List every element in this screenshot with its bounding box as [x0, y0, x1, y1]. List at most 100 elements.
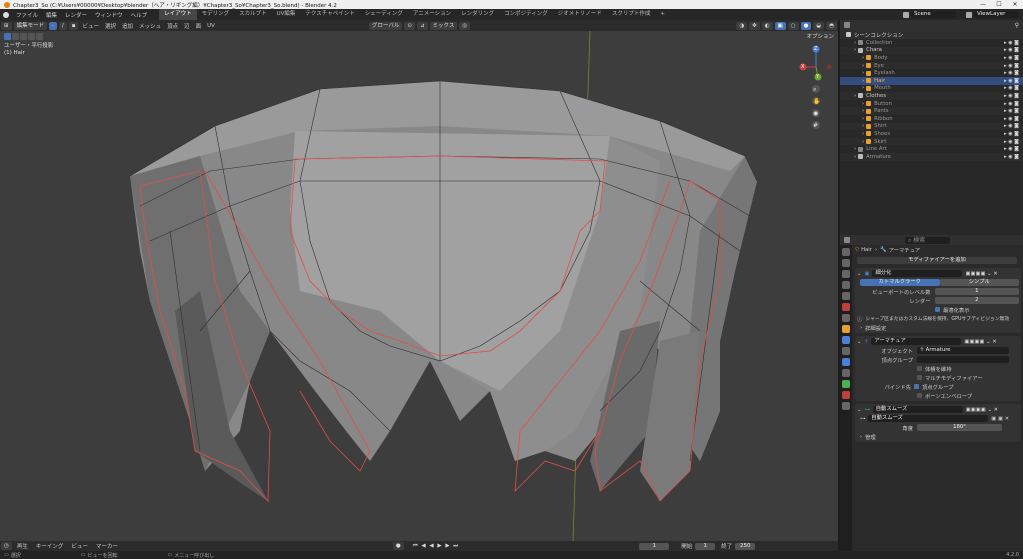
visibility-toggles[interactable]: ▸ ◉ ◙: [1004, 40, 1019, 46]
current-frame-field[interactable]: 1: [639, 542, 670, 550]
tool-mode-4-button[interactable]: [36, 33, 43, 40]
bind-vertex-group-checkbox[interactable]: [914, 384, 919, 389]
outliner-item[interactable]: › Hair ▸ ◉ ◙: [840, 76, 1023, 85]
scene-collection-row[interactable]: シーンコレクション: [840, 30, 1023, 39]
close-button[interactable]: ✕: [1007, 0, 1023, 9]
edge-select-button[interactable]: /: [58, 21, 67, 30]
subdiv-name-field[interactable]: 細分化: [872, 270, 963, 277]
menu-mesh[interactable]: メッシュ: [136, 22, 164, 30]
expand-arrow-icon[interactable]: ›: [862, 123, 864, 129]
visibility-toggles[interactable]: ▸ ◉ ◙: [1004, 55, 1019, 61]
outliner-item[interactable]: › Line Art ▸ ◉ ◙: [840, 145, 1023, 153]
expand-arrow-icon[interactable]: ›: [862, 70, 864, 76]
editor-type-button[interactable]: ⊞: [1, 21, 12, 30]
shading-material-button[interactable]: ◒: [813, 21, 825, 30]
tool-mode-2-button[interactable]: [20, 33, 27, 40]
expand-arrow-icon[interactable]: ›: [854, 47, 856, 53]
outliner-item[interactable]: › Shirt ▸ ◉ ◙: [840, 122, 1023, 131]
menu-add[interactable]: 追加: [119, 22, 136, 30]
outliner-item[interactable]: › Skirt ▸ ◉ ◙: [840, 137, 1023, 146]
gizmo-x-label[interactable]: X: [801, 64, 804, 70]
shading-rendered-button[interactable]: ◓: [826, 21, 837, 30]
xray-button[interactable]: ▣: [774, 21, 786, 30]
visibility-toggles[interactable]: ▸ ◉ ◙: [1004, 70, 1019, 76]
menu-edit[interactable]: 編集: [42, 11, 61, 19]
mode-select[interactable]: 編集モード: [13, 21, 48, 30]
catmull-clark-tab[interactable]: カトマルクラーク: [860, 279, 940, 286]
expand-arrow-icon[interactable]: ›: [862, 101, 864, 107]
grid-icon[interactable]: #: [813, 122, 818, 129]
overlay-button[interactable]: ◐: [761, 21, 773, 30]
expand-arrow-icon[interactable]: ›: [854, 146, 856, 152]
menu-uv[interactable]: UV: [204, 23, 218, 29]
menu-edge[interactable]: 辺: [181, 22, 193, 30]
outliner-item[interactable]: › Shoes ▸ ◉ ◙: [840, 130, 1023, 138]
expand-arrow-icon[interactable]: ›: [862, 63, 864, 69]
vertex-select-button[interactable]: ·: [49, 21, 57, 30]
smooth-toggles[interactable]: ▣▣▣▣ ⌄ ✕: [966, 407, 998, 413]
tool-mode-3-button[interactable]: [28, 33, 35, 40]
expand-arrow-icon[interactable]: ›: [862, 108, 864, 114]
multi-modifier-checkbox[interactable]: [917, 375, 922, 380]
smooth-name-field[interactable]: 自動スムーズ: [872, 406, 963, 413]
end-frame-field[interactable]: 250: [735, 542, 756, 550]
armature-toggles[interactable]: ▣▣▣▣ ⌄ ✕: [964, 339, 996, 345]
expand-arrow-icon[interactable]: ›: [854, 154, 856, 160]
filter-icon[interactable]: ⚲: [1015, 22, 1019, 29]
menu-help[interactable]: ヘルプ: [127, 11, 152, 19]
menu-select[interactable]: 選択: [102, 22, 119, 30]
snap-toggle[interactable]: ⊿: [416, 21, 428, 30]
expand-arrow-icon[interactable]: ›: [862, 139, 864, 145]
visibility-toggles[interactable]: ▸ ◉ ◙: [1004, 78, 1019, 84]
texture-tab-icon[interactable]: [842, 402, 850, 410]
manage-label[interactable]: 管理: [865, 433, 876, 441]
gizmo-z-label[interactable]: Z: [814, 46, 817, 52]
viewport-levels-field[interactable]: 1: [934, 288, 1019, 295]
outliner-editor-icon[interactable]: [844, 22, 850, 28]
advanced-expand-icon[interactable]: ›: [860, 325, 862, 331]
outliner-item[interactable]: › Chara ▸ ◉ ◙: [840, 46, 1023, 55]
visibility-toggles[interactable]: ▸ ◉ ◙: [1004, 85, 1019, 91]
visibility-button[interactable]: ◑: [736, 21, 748, 30]
menu-vertex[interactable]: 頂点: [164, 22, 181, 30]
add-modifier-button[interactable]: モディファイアーを追加: [857, 257, 1017, 264]
node-group-field[interactable]: 自動スムーズ: [868, 415, 989, 422]
subdiv-expand-icon[interactable]: ⌄: [857, 271, 861, 277]
zoom-icon[interactable]: ⌕: [813, 86, 816, 94]
record-button[interactable]: ●: [392, 542, 404, 550]
3d-viewport[interactable]: ユーザー・平行投影 (1) Hair Z X Y ⌕ ✋ ◉ # オプション: [0, 31, 838, 541]
output-tab-icon[interactable]: [842, 270, 850, 278]
face-select-button[interactable]: ▪: [68, 21, 79, 30]
modifier-tab-icon[interactable]: [842, 336, 850, 344]
menu-file[interactable]: ファイル: [12, 11, 42, 19]
visibility-toggles[interactable]: ▸ ◉ ◙: [1004, 154, 1019, 160]
transform-orientation-select[interactable]: グローバル: [368, 21, 403, 30]
mesh-view[interactable]: [0, 31, 838, 541]
particles-tab-icon[interactable]: [842, 347, 850, 355]
timeline-editor-button[interactable]: ◷: [1, 542, 12, 550]
pan-hand-icon[interactable]: ✋: [813, 98, 820, 105]
world-tab-icon[interactable]: [842, 303, 850, 311]
pivot-button[interactable]: ⊙: [404, 21, 415, 30]
visibility-toggles[interactable]: ▸ ◉ ◙: [1004, 93, 1019, 99]
optimal-display-checkbox[interactable]: [935, 307, 940, 312]
shading-solid-button[interactable]: ●: [800, 21, 812, 30]
proportional-edit-button[interactable]: ◎: [459, 21, 471, 30]
render-levels-field[interactable]: 2: [934, 297, 1019, 304]
marker-menu[interactable]: マーカー: [92, 542, 122, 550]
tab-compositing[interactable]: コンポジティング: [499, 9, 553, 20]
keep-volume-checkbox[interactable]: [917, 366, 922, 371]
select-tool-button[interactable]: [4, 33, 11, 40]
expand-arrow-icon[interactable]: ›: [854, 93, 856, 99]
menu-window[interactable]: ウィンドウ: [91, 11, 127, 19]
physics-tab-icon[interactable]: [842, 358, 850, 366]
visibility-toggles[interactable]: ▸ ◉ ◙: [1004, 139, 1019, 145]
viewlayer-field[interactable]: ViewLayer: [974, 11, 1019, 18]
angle-field[interactable]: 180°: [917, 424, 1002, 431]
vertex-group-field[interactable]: [917, 356, 1009, 363]
expand-arrow-icon[interactable]: ›: [862, 131, 864, 137]
snap-target-select[interactable]: ミックス: [429, 21, 458, 30]
armature-expand-icon[interactable]: ⌄: [857, 339, 861, 345]
smooth-expand-icon[interactable]: ⌄: [857, 407, 861, 413]
outliner-item[interactable]: › Eye ▸ ◉ ◙: [840, 61, 1023, 70]
